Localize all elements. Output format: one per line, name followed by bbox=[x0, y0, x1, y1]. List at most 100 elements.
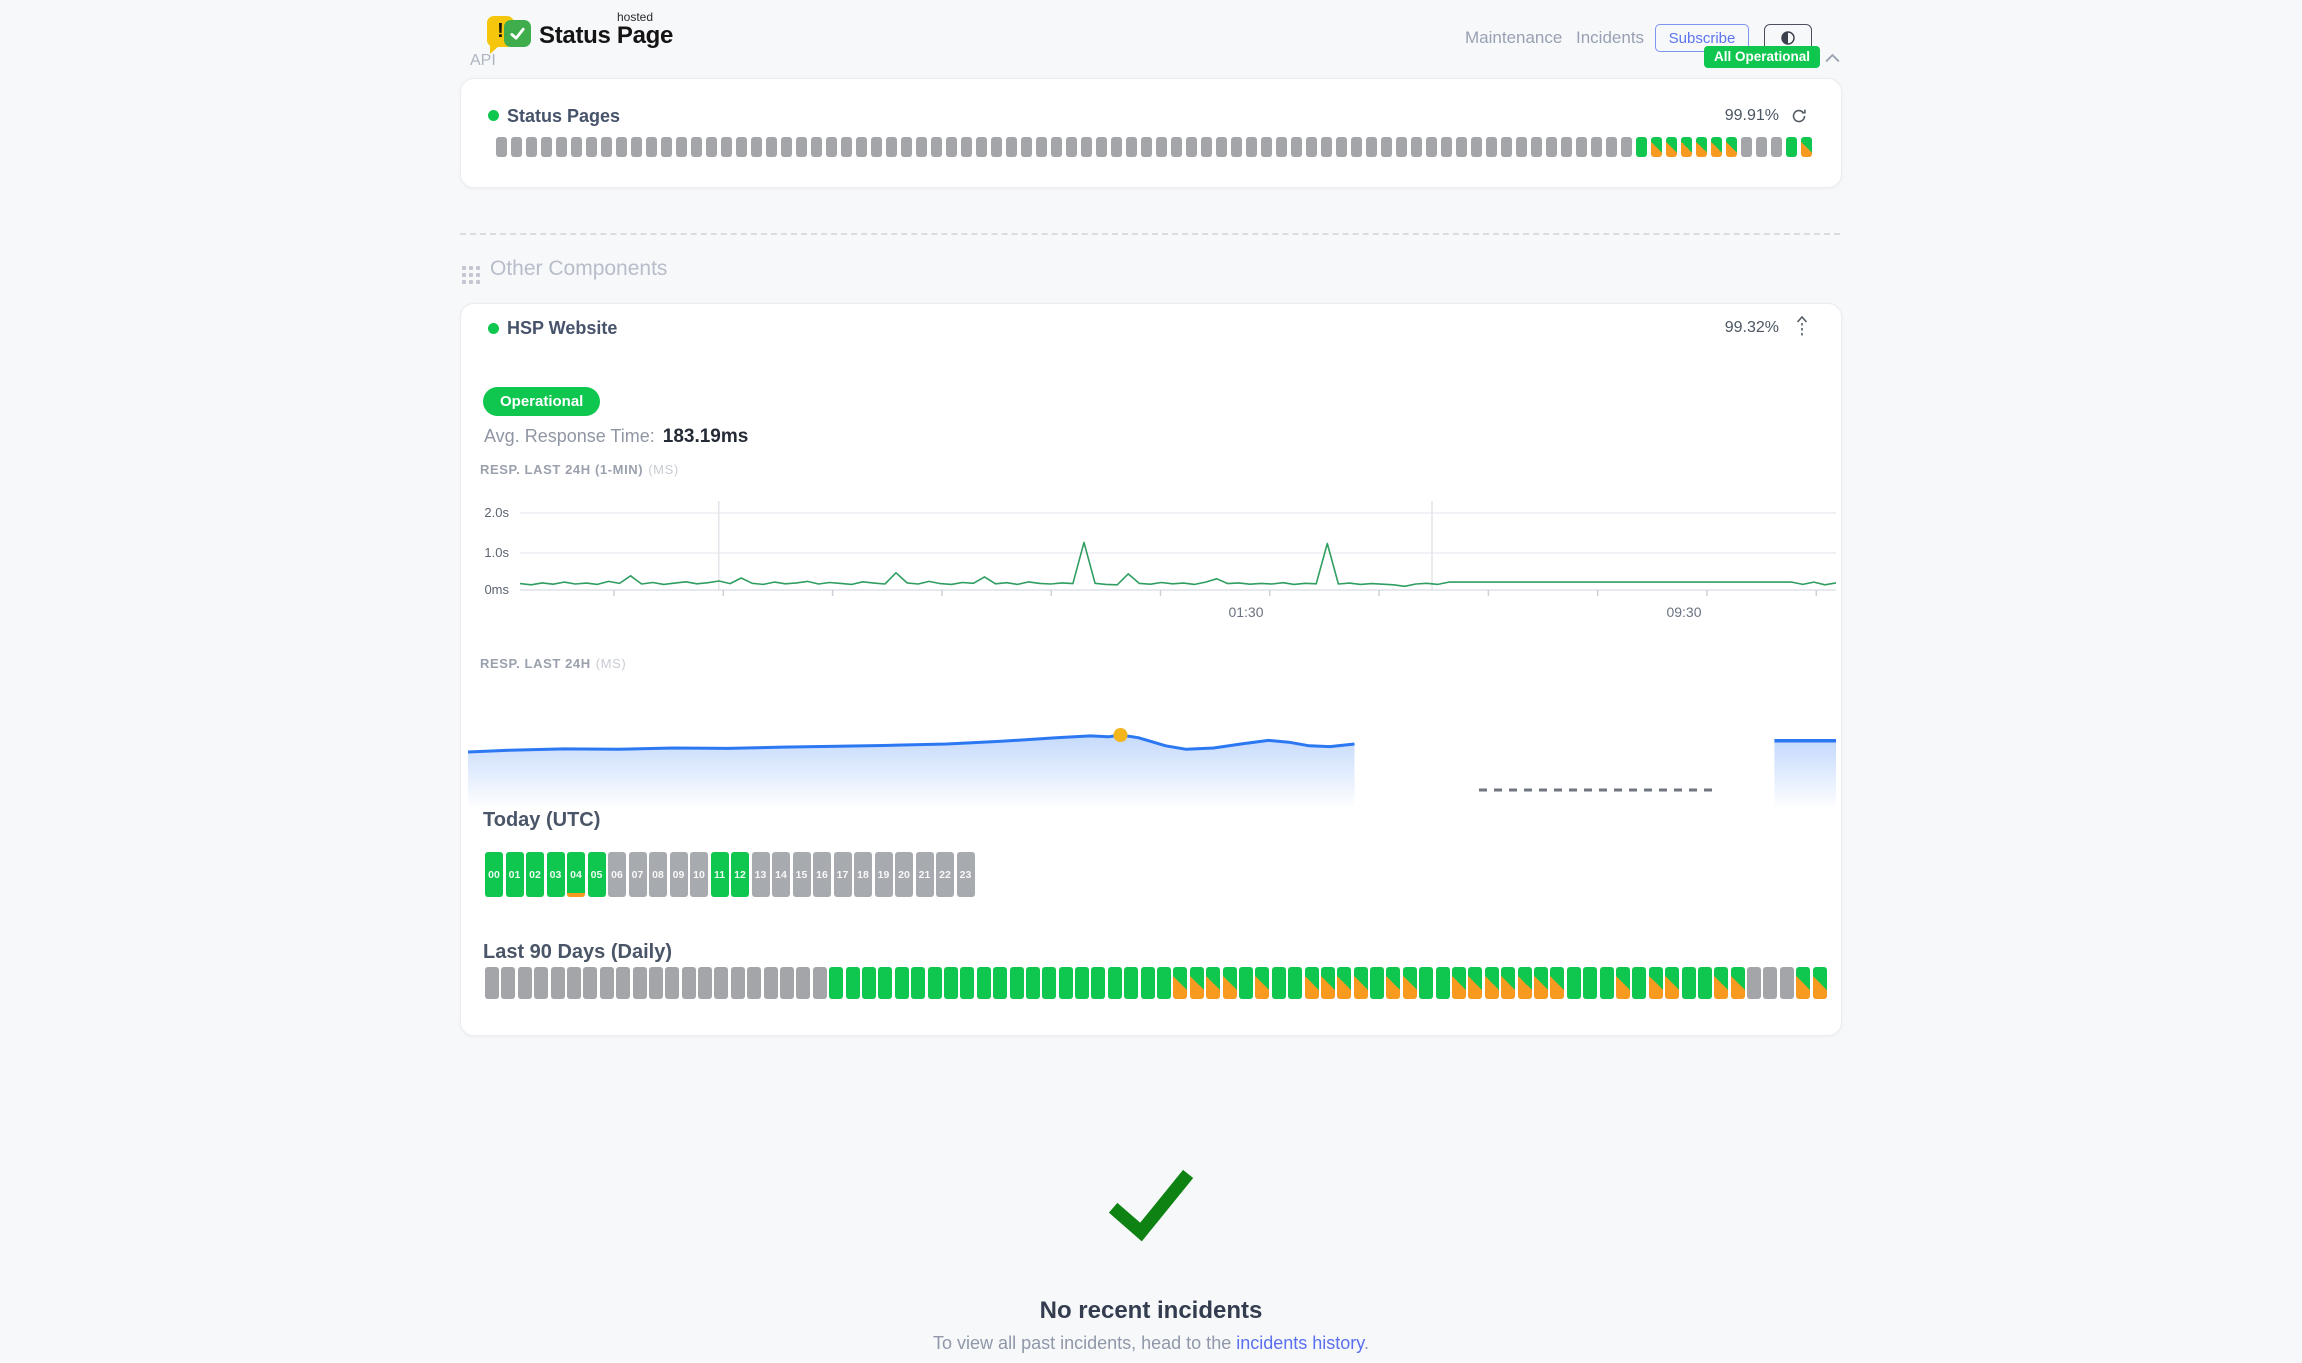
uptime-bar[interactable] bbox=[1337, 967, 1351, 999]
uptime-bar[interactable] bbox=[1600, 967, 1614, 999]
uptime-bar[interactable] bbox=[946, 137, 957, 157]
uptime-bar[interactable] bbox=[1173, 967, 1187, 999]
uptime-bar[interactable] bbox=[1288, 967, 1302, 999]
expand-arrow-icon[interactable] bbox=[1795, 316, 1809, 338]
hour-block-09[interactable]: 09 bbox=[670, 852, 688, 897]
hour-block-16[interactable]: 16 bbox=[813, 852, 831, 897]
uptime-bar[interactable] bbox=[1606, 137, 1617, 157]
uptime-bar[interactable] bbox=[541, 137, 552, 157]
uptime-bar[interactable] bbox=[1813, 967, 1827, 999]
hour-block-05[interactable]: 05 bbox=[588, 852, 606, 897]
uptime-bar[interactable] bbox=[862, 967, 876, 999]
uptime-bar[interactable] bbox=[1246, 137, 1257, 157]
uptime-bar[interactable] bbox=[1261, 137, 1272, 157]
uptime-bar[interactable] bbox=[1336, 137, 1347, 157]
uptime-bar[interactable] bbox=[1546, 137, 1557, 157]
uptime-bar[interactable] bbox=[826, 137, 837, 157]
uptime-bar[interactable] bbox=[1698, 967, 1712, 999]
uptime-bar[interactable] bbox=[1591, 137, 1602, 157]
uptime-bar[interactable] bbox=[616, 137, 627, 157]
uptime-bar[interactable] bbox=[1426, 137, 1437, 157]
uptime-bar[interactable] bbox=[1216, 137, 1227, 157]
uptime-bar[interactable] bbox=[1126, 137, 1137, 157]
hour-block-10[interactable]: 10 bbox=[690, 852, 708, 897]
uptime-bar[interactable] bbox=[871, 137, 882, 157]
uptime-bar[interactable] bbox=[1141, 137, 1152, 157]
uptime-bar[interactable] bbox=[977, 967, 991, 999]
uptime-bar[interactable] bbox=[1171, 137, 1182, 157]
uptime-bar[interactable] bbox=[781, 137, 792, 157]
uptime-bar[interactable] bbox=[511, 137, 522, 157]
uptime-bar[interactable] bbox=[1485, 967, 1499, 999]
uptime-bar[interactable] bbox=[1306, 137, 1317, 157]
uptime-bar[interactable] bbox=[928, 967, 942, 999]
hour-block-01[interactable]: 01 bbox=[506, 852, 524, 897]
uptime-bar[interactable] bbox=[1632, 967, 1646, 999]
hour-block-21[interactable]: 21 bbox=[916, 852, 934, 897]
brand-logo[interactable]: ! hosted Status Page bbox=[487, 8, 747, 62]
uptime-bar[interactable] bbox=[661, 137, 672, 157]
uptime-bar[interactable] bbox=[976, 137, 987, 157]
incidents-history-link[interactable]: incidents history bbox=[1236, 1333, 1364, 1353]
uptime-bar[interactable] bbox=[1486, 137, 1497, 157]
hour-block-23[interactable]: 23 bbox=[957, 852, 975, 897]
uptime-bar[interactable] bbox=[1042, 967, 1056, 999]
uptime-bar[interactable] bbox=[534, 967, 548, 999]
uptime-bar[interactable] bbox=[895, 967, 909, 999]
uptime-bar[interactable] bbox=[931, 137, 942, 157]
nav-maintenance[interactable]: Maintenance bbox=[1465, 28, 1562, 48]
uptime-bar[interactable] bbox=[485, 967, 499, 999]
hour-block-04[interactable]: 04 bbox=[567, 852, 585, 897]
hour-block-14[interactable]: 14 bbox=[772, 852, 790, 897]
nav-incidents[interactable]: Incidents bbox=[1576, 28, 1644, 48]
uptime-bar[interactable] bbox=[1201, 137, 1212, 157]
uptime-bar[interactable] bbox=[1456, 137, 1467, 157]
uptime-bar[interactable] bbox=[682, 967, 696, 999]
uptime-bar[interactable] bbox=[551, 967, 565, 999]
uptime-bar[interactable] bbox=[1036, 137, 1047, 157]
uptime-bar[interactable] bbox=[1186, 137, 1197, 157]
uptime-bar[interactable] bbox=[1518, 967, 1532, 999]
uptime-bar[interactable] bbox=[1501, 967, 1515, 999]
uptime-bar[interactable] bbox=[731, 967, 745, 999]
uptime-bar[interactable] bbox=[1576, 137, 1587, 157]
uptime-bar[interactable] bbox=[1747, 967, 1761, 999]
uptime-bar[interactable] bbox=[911, 967, 925, 999]
uptime-bar[interactable] bbox=[556, 137, 567, 157]
hour-block-18[interactable]: 18 bbox=[854, 852, 872, 897]
uptime-bar[interactable] bbox=[496, 137, 507, 157]
uptime-bar[interactable] bbox=[665, 967, 679, 999]
uptime-bar[interactable] bbox=[1351, 137, 1362, 157]
uptime-bar[interactable] bbox=[1075, 967, 1089, 999]
uptime-bar[interactable] bbox=[1801, 137, 1812, 157]
uptime-bar[interactable] bbox=[1649, 967, 1663, 999]
uptime-bar[interactable] bbox=[1436, 967, 1450, 999]
uptime-bar[interactable] bbox=[1081, 137, 1092, 157]
uptime-bar[interactable] bbox=[583, 967, 597, 999]
uptime-bar[interactable] bbox=[846, 967, 860, 999]
uptime-bar[interactable] bbox=[1066, 137, 1077, 157]
uptime-bar[interactable] bbox=[601, 137, 612, 157]
uptime-bar[interactable] bbox=[706, 137, 717, 157]
uptime-bar[interactable] bbox=[1452, 967, 1466, 999]
uptime-bar[interactable] bbox=[736, 137, 747, 157]
uptime-bar[interactable] bbox=[1096, 137, 1107, 157]
uptime-bar[interactable] bbox=[1561, 137, 1572, 157]
uptime-bar[interactable] bbox=[747, 967, 761, 999]
uptime-bar[interactable] bbox=[526, 137, 537, 157]
uptime-bar[interactable] bbox=[811, 137, 822, 157]
hour-block-15[interactable]: 15 bbox=[793, 852, 811, 897]
uptime-bar[interactable] bbox=[1291, 137, 1302, 157]
uptime-bar[interactable] bbox=[829, 967, 843, 999]
response-daily-chart[interactable] bbox=[468, 719, 1836, 814]
uptime-bar[interactable] bbox=[586, 137, 597, 157]
uptime-bar[interactable] bbox=[1583, 967, 1597, 999]
uptime-bar[interactable] bbox=[1190, 967, 1204, 999]
uptime-bar[interactable] bbox=[633, 967, 647, 999]
hour-block-17[interactable]: 17 bbox=[834, 852, 852, 897]
uptime-bar[interactable] bbox=[901, 137, 912, 157]
uptime-bar[interactable] bbox=[714, 967, 728, 999]
uptime-bar[interactable] bbox=[1666, 137, 1677, 157]
uptime-bar[interactable] bbox=[841, 137, 852, 157]
refresh-icon[interactable] bbox=[1791, 108, 1807, 124]
